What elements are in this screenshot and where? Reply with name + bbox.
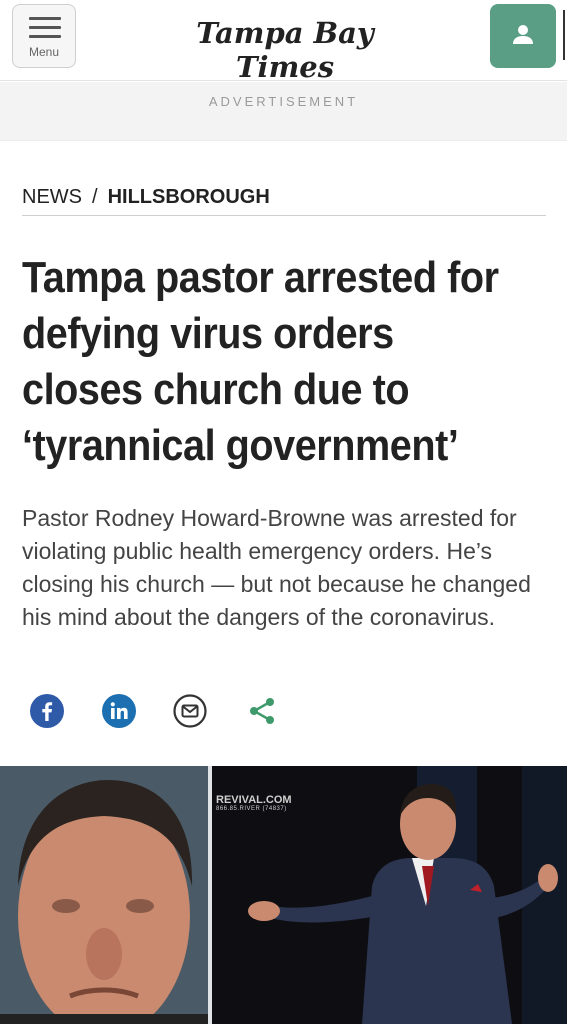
breadcrumb-section[interactable]: NEWS xyxy=(22,186,82,208)
breadcrumb-subsection[interactable]: HILLSBOROUGH xyxy=(108,186,270,208)
share-button[interactable] xyxy=(245,694,279,728)
breadcrumb-divider xyxy=(22,215,546,216)
mugshot-image xyxy=(0,766,208,1024)
site-header: Menu Tampa Bay Times xyxy=(0,0,567,84)
breadcrumb-separator: / xyxy=(92,186,98,208)
hamburger-icon xyxy=(29,17,61,44)
breadcrumb: NEWS / HILLSBOROUGH xyxy=(22,186,270,209)
share-icon xyxy=(250,698,274,724)
article-dek: Pastor Rodney Howard-Browne was arrested… xyxy=(22,505,531,630)
article-headline: Tampa pastor arrested for defying virus … xyxy=(22,253,499,470)
mugshot-photo[interactable] xyxy=(0,766,208,1024)
email-icon xyxy=(173,694,207,728)
overlay-phone: 866.85.RIVER (74837) xyxy=(216,806,287,812)
user-icon xyxy=(513,25,533,44)
ad-label: ADVERTISEMENT xyxy=(208,94,359,109)
overlay-brand: REVIVAL.COM xyxy=(216,794,292,806)
facebook-share-button[interactable] xyxy=(30,694,64,728)
facebook-icon xyxy=(30,694,64,728)
edge-divider xyxy=(563,10,565,60)
email-share-button[interactable] xyxy=(173,694,207,728)
ad-slot: ADVERTISEMENT xyxy=(0,82,567,141)
menu-button[interactable]: Menu xyxy=(12,4,76,68)
site-logo[interactable]: Tampa Bay Times xyxy=(150,16,420,84)
linkedin-icon xyxy=(102,694,136,728)
linkedin-share-button[interactable] xyxy=(102,694,136,728)
revival-overlay: REVIVAL.COM 866.85.RIVER (74837) xyxy=(216,794,292,812)
sermon-photo[interactable]: REVIVAL.COM 866.85.RIVER (74837) xyxy=(212,766,567,1024)
menu-label: Menu xyxy=(28,45,60,59)
account-button[interactable] xyxy=(490,4,556,68)
